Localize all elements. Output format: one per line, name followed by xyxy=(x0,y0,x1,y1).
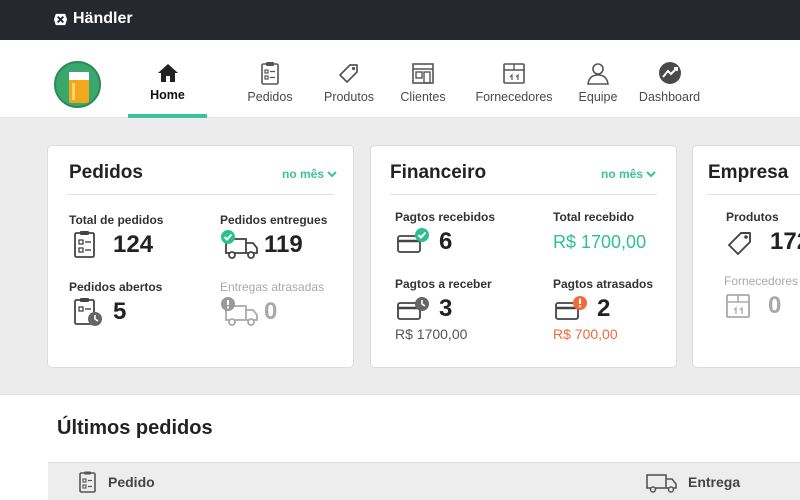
nav-label: Dashboard xyxy=(638,90,701,104)
stat-value: 6 xyxy=(439,228,453,255)
card-title: Financeiro xyxy=(390,162,487,183)
stat-value: 2 xyxy=(597,295,611,322)
handler-logo-icon xyxy=(53,13,68,25)
stat-label: Pagtos atrasados xyxy=(553,277,654,291)
card-clock-icon xyxy=(397,297,429,320)
stat-label: Entregas atrasadas xyxy=(220,280,325,294)
period-filter-label: no mês xyxy=(600,167,643,181)
nav-item-produtos[interactable]: Produtos xyxy=(318,40,380,118)
nav-item-home[interactable]: Home xyxy=(128,40,207,118)
top-bar: Händler xyxy=(0,0,800,40)
clipboard-icon xyxy=(79,471,96,493)
stat-pagtos-recebidos: Pagtos recebidos 6 xyxy=(395,210,495,257)
stat-pagtos-atrasados: Pagtos atrasados 2 R$ 700,00 xyxy=(553,277,653,342)
nav-label: Pedidos xyxy=(247,90,293,104)
beer-avatar[interactable] xyxy=(54,61,101,108)
stat-label: Pagtos recebidos xyxy=(395,210,496,224)
stat-label: Pedidos abertos xyxy=(69,280,163,294)
period-filter[interactable]: no mês xyxy=(601,167,656,181)
tag-icon xyxy=(728,232,751,255)
stat-label: Total recebido xyxy=(553,210,635,224)
chart-icon xyxy=(658,62,681,84)
nav-label: Fornecedores xyxy=(475,90,553,104)
home-icon xyxy=(157,64,178,82)
recent-orders-section: Últimos pedidos Pedido Entrega xyxy=(0,394,800,500)
stat-pedidos-entregues: Pedidos entregues 119 xyxy=(220,213,327,260)
nav-item-pedidos[interactable]: Pedidos xyxy=(239,40,301,118)
clipboard-clock-icon xyxy=(74,298,102,326)
column-label: Entrega xyxy=(688,474,741,490)
stat-total-recebido: Total recebido R$ 1700,00 xyxy=(553,210,646,257)
stat-pagtos-a-receber: Pagtos a receber 3 R$ 1700,00 xyxy=(395,277,492,342)
clipboard-icon xyxy=(74,231,95,258)
card-check-icon xyxy=(397,228,429,253)
divider xyxy=(390,194,657,195)
card-alert-icon xyxy=(555,296,587,320)
card-pedidos: Pedidos no mês Total de pedidos 124 Pedi… xyxy=(47,145,354,368)
truck-check-icon xyxy=(221,230,258,259)
stat-value: 5 xyxy=(113,298,127,325)
card-title: Pedidos xyxy=(69,162,143,183)
stat-value: 0 xyxy=(768,292,782,319)
stat-pedidos-abertos: Pedidos abertos 5 xyxy=(69,280,162,327)
storefront-icon xyxy=(412,63,434,84)
card-financeiro: Financeiro no mês Pagtos recebidos 6 Tot… xyxy=(370,145,677,368)
box-icon xyxy=(726,294,750,318)
stat-label: Produtos xyxy=(726,210,779,224)
person-icon xyxy=(587,63,609,85)
stat-value: 172 xyxy=(770,228,800,255)
stat-label: Pagtos a receber xyxy=(395,277,492,291)
stat-value: 0 xyxy=(264,298,278,325)
period-filter[interactable]: no mês xyxy=(282,167,337,181)
column-header-entrega[interactable]: Entrega xyxy=(645,471,740,493)
divider xyxy=(67,194,334,195)
stat-entregas-atrasadas: Entregas atrasadas 0 xyxy=(220,280,324,327)
stat-label: Pedidos entregues xyxy=(220,213,328,227)
brand-name: Händler xyxy=(73,10,133,27)
nav-item-equipe[interactable]: Equipe xyxy=(573,40,623,118)
column-label: Pedido xyxy=(108,474,155,490)
nav-label: Clientes xyxy=(400,90,446,104)
stat-value: 124 xyxy=(113,231,154,258)
table-header: Pedido Entrega xyxy=(48,462,800,500)
nav-label: Equipe xyxy=(578,90,618,104)
chevron-down-icon xyxy=(327,170,337,177)
stat-value: 119 xyxy=(264,231,303,258)
stat-value: R$ 1700,00 xyxy=(553,231,647,252)
card-empresa: Empresa Produtos 172 Fornecedores 0 xyxy=(692,145,800,368)
stat-label: Fornecedores xyxy=(724,274,799,288)
stat-total-pedidos: Total de pedidos 124 xyxy=(69,213,163,260)
stat-amount: R$ 700,00 xyxy=(553,326,618,342)
nav-label: Home xyxy=(150,88,185,102)
stat-label: Total de pedidos xyxy=(69,213,164,227)
column-header-pedido[interactable]: Pedido xyxy=(77,471,155,493)
section-title: Últimos pedidos xyxy=(57,417,213,439)
nav-item-fornecedores[interactable]: Fornecedores xyxy=(474,40,554,118)
truck-alert-icon xyxy=(221,297,258,326)
card-title: Empresa xyxy=(708,162,789,183)
divider xyxy=(707,194,800,195)
stat-value: 3 xyxy=(439,295,453,322)
chevron-down-icon xyxy=(646,170,656,177)
clipboard-icon xyxy=(261,62,279,85)
truck-icon xyxy=(646,474,677,493)
brand[interactable]: Händler xyxy=(53,10,133,28)
stat-amount: R$ 1700,00 xyxy=(395,326,468,342)
box-icon xyxy=(503,63,525,84)
stat-produtos: Produtos 172 xyxy=(726,210,800,257)
period-filter-label: no mês xyxy=(281,167,324,181)
main-nav: Home Pedidos Produtos Clientes Fornecedo… xyxy=(0,40,800,118)
tag-icon xyxy=(339,64,358,83)
nav-label: Produtos xyxy=(323,90,375,104)
nav-item-clientes[interactable]: Clientes xyxy=(393,40,453,118)
nav-item-dashboard[interactable]: Dashboard xyxy=(638,40,701,118)
stat-fornecedores: Fornecedores 0 xyxy=(724,274,798,321)
